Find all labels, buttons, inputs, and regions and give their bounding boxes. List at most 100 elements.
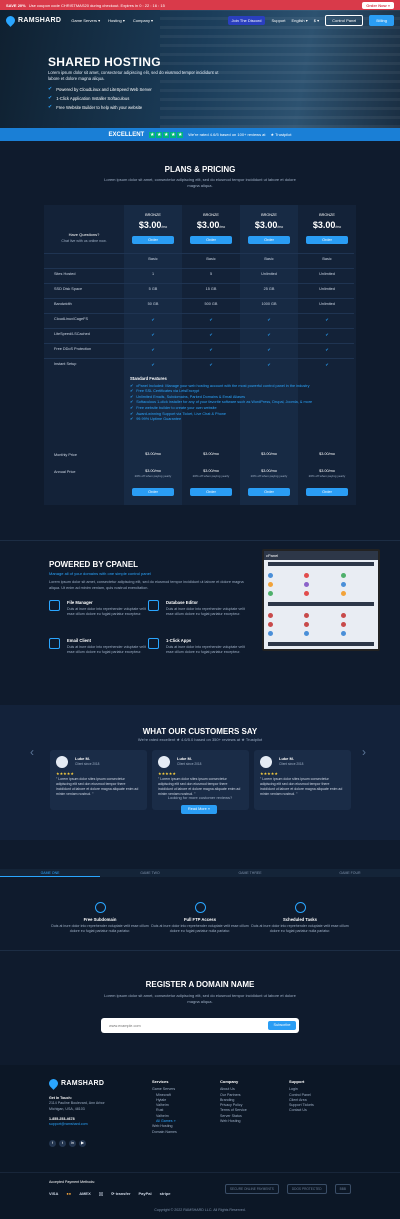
cpanel-feature: File Manager Duis at irure dolor into rep… bbox=[49, 600, 152, 617]
cpanel-screenshot: cPanel bbox=[262, 549, 380, 651]
rating-stars: ★★★★★ bbox=[158, 771, 176, 776]
order-button[interactable]: Order bbox=[132, 236, 174, 244]
testimonials-rated: We're rated excellent ★ 4.6/5.0 based on… bbox=[137, 737, 263, 742]
language-select[interactable]: English ▾ bbox=[291, 18, 307, 23]
promo-bar: SAVE 20% Use coupon code CHRISTMAS20 dur… bbox=[0, 0, 400, 10]
tab-game-four[interactable]: GAME FOUR bbox=[300, 869, 400, 877]
globe-icon bbox=[94, 902, 106, 913]
testimonial-card: Luke M. Client since 2018 ★★★★★ " Lorem ips… bbox=[152, 750, 249, 810]
domain-search: Subscribe bbox=[101, 1018, 299, 1033]
divider bbox=[0, 540, 400, 541]
bbb-badge: BBB bbox=[334, 1184, 351, 1194]
feature-item: Free Subdomain Duis at irure dolor into r… bbox=[50, 902, 150, 934]
currency-select[interactable]: $ ▾ bbox=[314, 18, 319, 23]
youtube-icon[interactable]: ▶ bbox=[79, 1140, 86, 1147]
hero-title: SHARED HOSTING bbox=[48, 55, 161, 69]
hero-bullet: ✔ Powered by CloudLinux and LiteSpeed Web… bbox=[48, 86, 152, 92]
register-desc: Lorem ipsum dolor sit amet, consectetur … bbox=[104, 993, 296, 1004]
have-questions[interactable]: Have Questions? Chat live with us online … bbox=[44, 232, 124, 243]
domain-input[interactable] bbox=[109, 1021, 259, 1030]
cpanel-feature: Database Editor Duis at irure dolor into … bbox=[148, 600, 251, 617]
pricing-table: Have Questions? Chat live with us online … bbox=[44, 205, 356, 505]
trustpilot-stars: ★ ★ ★ ★ ★ bbox=[149, 131, 184, 138]
trustpilot-bar[interactable]: EXCELLENT ★ ★ ★ ★ ★ We're rated 4.6/5 based … bbox=[0, 128, 400, 141]
mail-icon bbox=[49, 638, 60, 649]
tab-game-one[interactable]: GAME ONE bbox=[0, 869, 100, 877]
plan-column: BRONZE $3.00/mo Order Order bbox=[182, 205, 240, 505]
avatar bbox=[56, 756, 68, 768]
security-badges: SECURE ONLINE PAYMENTS DDOS PROTECTED BBB bbox=[224, 1184, 351, 1194]
control-panel-button[interactable]: Control Panel bbox=[325, 14, 364, 26]
clock-icon bbox=[294, 902, 306, 913]
check-icon: ✔ bbox=[48, 86, 53, 92]
cpanel-subtitle: Manage all of your domains with one simp… bbox=[49, 571, 151, 576]
table-row: CloudLinux/CageFS ✔ ✔ ✔ ✔ bbox=[44, 313, 354, 324]
social-links: f t in ▶ bbox=[49, 1140, 86, 1147]
register-title: REGISTER A DOMAIN NAME bbox=[145, 980, 255, 989]
tab-game-three[interactable]: GAME THREE bbox=[200, 869, 300, 877]
order-button[interactable]: Order bbox=[248, 236, 290, 244]
avatar bbox=[260, 756, 272, 768]
discord-button[interactable]: Join The Discord bbox=[227, 15, 266, 25]
hero-bullet: ✔ Free Website Builder to help with your … bbox=[48, 104, 143, 110]
payment-methods: VISA ●● AMEX ▯▯ ⟳ transfer PayPal stripe bbox=[49, 1191, 171, 1196]
next-arrow-icon[interactable]: › bbox=[362, 745, 366, 759]
nav-game-servers[interactable]: Game Servers ▾ bbox=[71, 18, 100, 23]
order-now-button[interactable]: Order Now » bbox=[362, 1, 394, 9]
nav-hosting[interactable]: Hosting ▾ bbox=[108, 18, 125, 23]
file-icon bbox=[194, 902, 206, 913]
table-row: Bandwidth 50 GB 500 GB 1000 GB Unlimited bbox=[44, 298, 354, 309]
footer-logo[interactable]: RAMSHARD bbox=[47, 1077, 104, 1090]
facebook-icon[interactable]: f bbox=[49, 1140, 56, 1147]
list-item: ✔ 99.99% Uptime Guarantee bbox=[130, 417, 182, 422]
amex-icon: AMEX bbox=[79, 1191, 91, 1196]
table-row: SSD Disk Space 5 GB 15 GB 25 GB Unlimited bbox=[44, 283, 354, 294]
plans-subtitle: Lorem ipsum dolor sit amet, consectetur … bbox=[104, 177, 296, 188]
avatar bbox=[158, 756, 170, 768]
looking-text: Looking for more customer reviews? bbox=[167, 795, 233, 800]
cpanel-feature: Email Client Duis at irure dolor into rep… bbox=[49, 638, 152, 655]
secure-badge: SECURE ONLINE PAYMENTS bbox=[224, 1184, 279, 1194]
nav-support[interactable]: Support bbox=[271, 18, 285, 23]
order-button[interactable]: Order bbox=[306, 236, 348, 244]
email-link[interactable]: support@ramshard.com bbox=[49, 1122, 88, 1126]
logo[interactable]: RAMSHARD bbox=[4, 13, 61, 27]
order-button[interactable]: Order bbox=[190, 236, 232, 244]
read-more-button[interactable]: Read More » bbox=[181, 805, 217, 814]
folder-icon bbox=[49, 600, 60, 611]
footer-contact: Get In Touch: 2114 Pauline Boulevard, Ann… bbox=[49, 1096, 105, 1127]
prev-arrow-icon[interactable]: ‹ bbox=[30, 745, 34, 759]
plans-title: PLANS & PRICING bbox=[164, 165, 236, 174]
footer-support: Support Login Control Panel Client Area Sup… bbox=[289, 1079, 314, 1113]
rating-stars: ★★★★★ bbox=[56, 771, 74, 776]
subscribe-button[interactable]: Subscribe bbox=[268, 1021, 296, 1030]
table-row: Instant Setup ✔ ✔ ✔ ✔ bbox=[44, 358, 354, 369]
order-button[interactable]: Order bbox=[248, 488, 290, 496]
copyright: Copyright © 2022 RAMSHARD LLC. All Right… bbox=[154, 1208, 246, 1212]
order-button[interactable]: Order bbox=[132, 488, 174, 496]
twitter-icon[interactable]: t bbox=[59, 1140, 66, 1147]
promo-save: SAVE 20% bbox=[6, 2, 26, 8]
rating-stars: ★★★★★ bbox=[260, 771, 278, 776]
bank-transfer-icon: ⟳ transfer bbox=[111, 1191, 131, 1196]
check-icon: ✔ bbox=[48, 104, 53, 110]
logo-icon bbox=[4, 13, 17, 27]
feature-item: Scheduled Tasks Duis at irure dolor into … bbox=[250, 902, 350, 934]
database-icon bbox=[148, 600, 159, 611]
nav-company[interactable]: Company ▾ bbox=[133, 18, 153, 23]
promo-text: Use coupon code CHRISTMAS20 during check… bbox=[28, 2, 165, 8]
billing-button[interactable]: Billing bbox=[369, 14, 394, 26]
order-button[interactable]: Order bbox=[306, 488, 348, 496]
hero-bullets: ✔ Powered by CloudLinux and LiteSpeed Web… bbox=[48, 86, 152, 113]
hero-desc: Lorem ipsum dolor sit amet, consectetur … bbox=[48, 70, 219, 81]
top-nav: RAMSHARD Game Servers ▾ Hosting ▾ Compan… bbox=[0, 10, 400, 30]
plan-column: BRONZE $3.00/mo Order Order bbox=[240, 205, 298, 505]
footer-services: Services Game Servers Minecraft Hytale Valh… bbox=[152, 1079, 177, 1134]
table-row: Basic Basic Basic Basic bbox=[44, 253, 354, 264]
tab-game-two[interactable]: GAME TWO bbox=[100, 869, 200, 877]
order-button[interactable]: Order bbox=[190, 488, 232, 496]
standard-features: Standard Features ✔ cPanel Included: Mana… bbox=[130, 376, 320, 423]
stripe-icon: stripe bbox=[159, 1191, 171, 1196]
trustpilot-label: EXCELLENT bbox=[108, 131, 145, 138]
linkedin-icon[interactable]: in bbox=[69, 1140, 76, 1147]
